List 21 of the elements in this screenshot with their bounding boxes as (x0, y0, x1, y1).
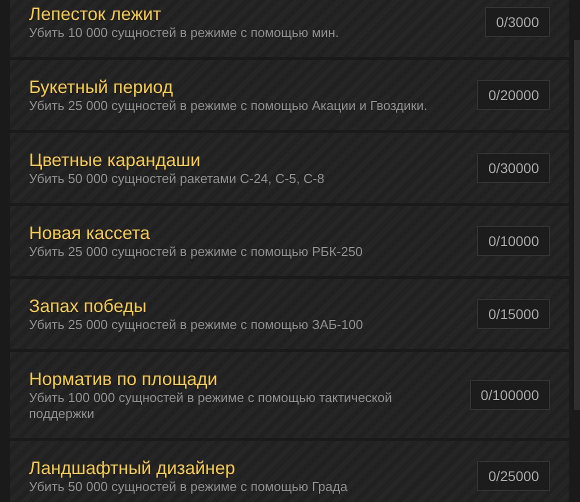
progress-counter: 0/100000 (470, 380, 550, 410)
achievement-description: Убить 50 000 сущностей ракетами С-24, С-5, С-8 (29, 171, 324, 187)
achievement-description: Убить 25 000 сущностей в режиме с помощью ЗАБ-100 (29, 317, 363, 333)
achievement-description: Убить 50 000 сущностей в режиме с помощью Града (29, 479, 348, 495)
achievement-title: Запах победы (29, 295, 148, 317)
progress-counter: 0/10000 (477, 226, 550, 256)
achievement-title: Цветные карандаши (29, 149, 202, 171)
achievement-description: Убить 25 000 сущностей в режиме с помощью Акации и Гвоздики. (29, 98, 428, 114)
achievement-description: Убить 25 000 сущностей в режиме с помощью РБК-250 (29, 244, 363, 260)
achievement-title: Лепесток лежит (29, 3, 162, 25)
progress-counter: 0/30000 (477, 153, 550, 183)
achievement-description: Убить 100 000 сущностей в режиме с помощью тактической поддержки (29, 390, 394, 422)
achievement-title: Букетный период (29, 76, 174, 98)
progress-counter: 0/15000 (477, 299, 550, 329)
achievement-title: Новая кассета (29, 222, 151, 244)
achievement-description: Убить 10 000 сущностей в режиме с помощью мин. (29, 25, 339, 41)
progress-counter: 0/3000 (485, 7, 550, 37)
achievement-title: Ландшафтный дизайнер (29, 457, 236, 479)
achievement-title: Норматив по площади (29, 368, 218, 390)
progress-counter: 0/20000 (477, 80, 550, 110)
progress-counter: 0/25000 (477, 461, 550, 491)
